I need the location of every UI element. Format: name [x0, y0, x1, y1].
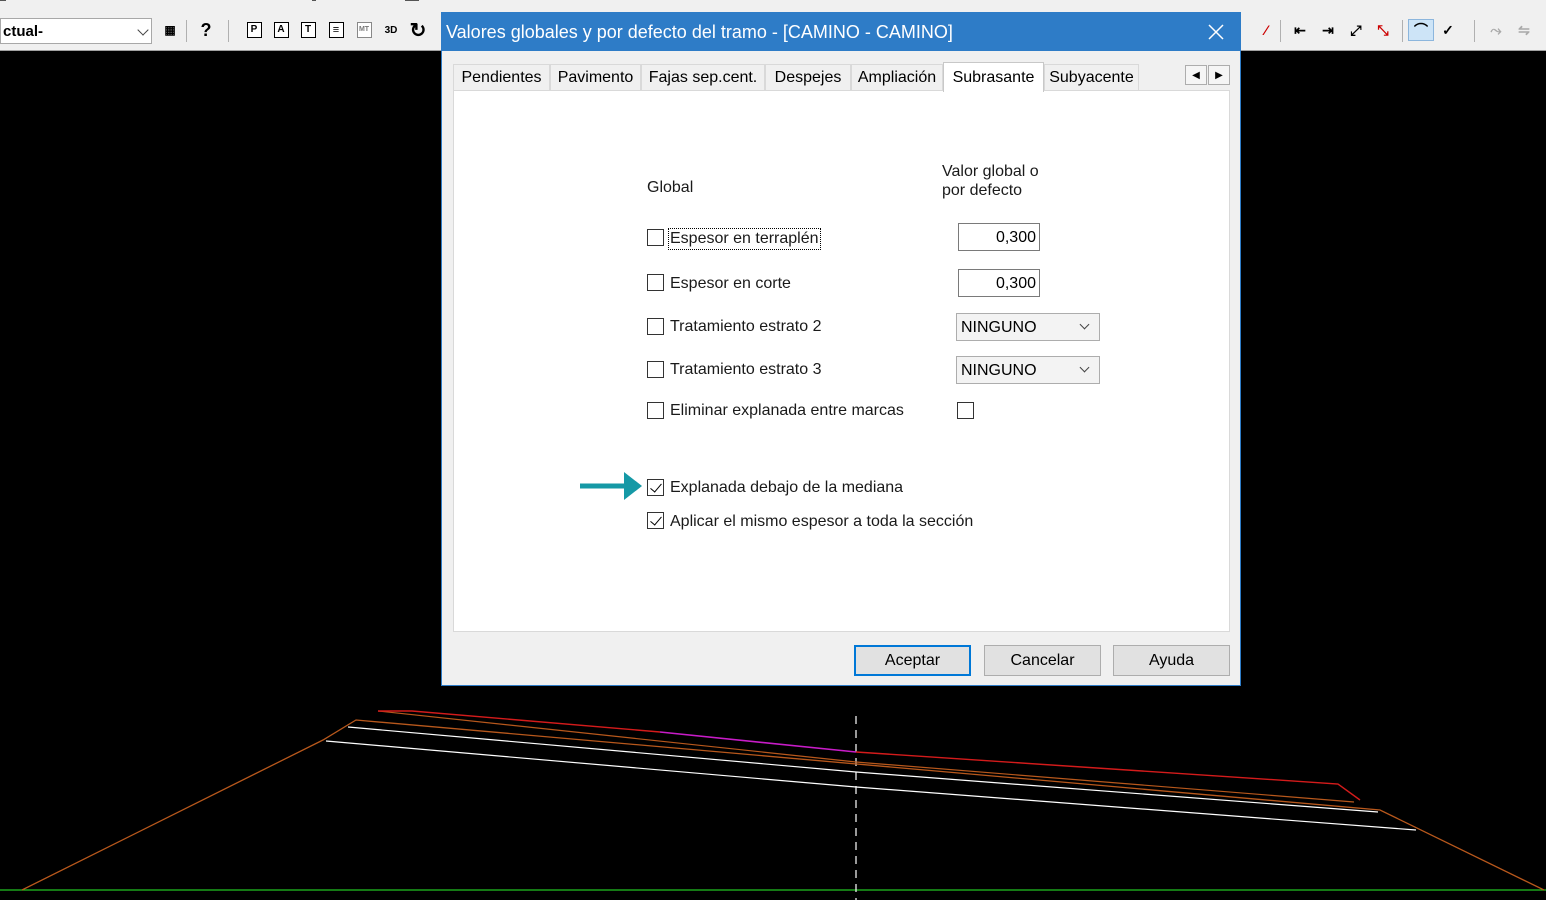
estrato2-value: NINGUNO: [961, 319, 1037, 336]
divider: [186, 20, 187, 42]
a-icon[interactable]: A: [271, 19, 291, 41]
estrato3-value: NINGUNO: [961, 362, 1037, 379]
tab-subrasante[interactable]: Subrasante: [943, 62, 1044, 92]
surface-red-left: [378, 710, 661, 733]
tab-fajas[interactable]: Fajas sep.cent.: [641, 64, 765, 90]
annotation-arrow-icon: [580, 472, 642, 500]
chevron-down-icon: [1079, 319, 1090, 330]
espesor-corte-input[interactable]: 0,300: [958, 269, 1040, 297]
tab-scroll-right[interactable]: ▶: [1208, 65, 1230, 85]
expand-icon[interactable]: ⤢: [1346, 19, 1366, 41]
espesor-corte-label[interactable]: Espesor en corte: [670, 275, 791, 293]
cancel-button[interactable]: Cancelar: [984, 645, 1101, 676]
ok-button[interactable]: Aceptar: [854, 645, 971, 676]
mismo-espesor-label[interactable]: Aplicar el mismo espesor a toda la secci…: [670, 513, 973, 531]
divider: [405, 0, 419, 1]
tab-scroll-left[interactable]: ◀: [1185, 65, 1207, 85]
divider: [0, 0, 6, 1]
tab-ampliacion[interactable]: Ampliación: [851, 64, 943, 90]
chevron-down-icon: [137, 24, 149, 36]
header-global: Global: [647, 179, 694, 196]
header-value: Valor global o: [942, 163, 1039, 180]
tab-subyacente[interactable]: Subyacente: [1044, 64, 1139, 90]
divider: [312, 0, 316, 1]
help-icon[interactable]: ?: [196, 19, 216, 41]
red-line-icon[interactable]: ⁄: [1256, 19, 1276, 41]
align-left-icon[interactable]: ⇤: [1290, 19, 1310, 41]
eliminar-label[interactable]: Eliminar explanada entre marcas: [670, 402, 904, 420]
disabled-tool-icon[interactable]: ⤳: [1486, 19, 1506, 41]
tab-despejes[interactable]: Despejes: [765, 64, 851, 90]
dialog: Valores globales y por defecto del tramo…: [441, 12, 1241, 686]
subgrade-line-lower: [325, 740, 1417, 831]
close-button[interactable]: [1192, 13, 1240, 51]
p-icon[interactable]: P: [244, 19, 264, 41]
t-icon[interactable]: T: [298, 19, 318, 41]
refresh-icon[interactable]: ↻: [408, 19, 428, 42]
explanada-mediana-label[interactable]: Explanada debajo de la mediana: [670, 479, 903, 497]
3d-icon[interactable]: 3D: [381, 19, 401, 41]
red-arrows-icon[interactable]: ⤡: [1373, 19, 1393, 41]
check-icon[interactable]: ✓: [1438, 19, 1458, 41]
subgrade-line: [347, 726, 1379, 813]
tab-pavimento[interactable]: Pavimento: [550, 64, 641, 90]
estrato2-select[interactable]: NINGUNO: [956, 313, 1100, 341]
divider: [1402, 20, 1403, 42]
mt-icon[interactable]: MT: [354, 19, 374, 41]
header-value-2: por defecto: [942, 182, 1023, 199]
eliminar-value-checkbox[interactable]: [957, 402, 974, 419]
espesor-terraplen-label[interactable]: Espesor en terraplén: [668, 228, 821, 250]
estrato3-label[interactable]: Tratamiento estrato 3: [670, 361, 821, 379]
align-right-icon[interactable]: ⇥: [1318, 19, 1338, 41]
dialog-titlebar[interactable]: Valores globales y por defecto del tramo…: [442, 13, 1240, 51]
estrato3-checkbox[interactable]: [647, 361, 664, 378]
close-icon: [1208, 24, 1224, 40]
mismo-espesor-checkbox[interactable]: [647, 512, 664, 529]
table-icon[interactable]: ▦: [160, 19, 180, 41]
divider: [228, 20, 229, 42]
espesor-corte-checkbox[interactable]: [647, 274, 664, 291]
explanada-mediana-checkbox[interactable]: [647, 479, 664, 496]
espesor-terraplen-checkbox[interactable]: [647, 229, 664, 246]
layer-combo[interactable]: ctual-: [0, 18, 152, 44]
lines-icon[interactable]: ≡: [326, 19, 346, 41]
help-button[interactable]: Ayuda: [1113, 645, 1230, 676]
divider: [1280, 20, 1281, 42]
estrato2-checkbox[interactable]: [647, 318, 664, 335]
tab-panel: [453, 90, 1230, 632]
chevron-down-icon: [1079, 362, 1090, 373]
dialog-title: Valores globales y por defecto del tramo…: [446, 22, 953, 42]
espesor-terraplen-input[interactable]: 0,300: [958, 223, 1040, 251]
tab-pendientes[interactable]: Pendientes: [453, 64, 550, 90]
slope-line: [21, 719, 1545, 891]
layer-combo-value: ctual-: [3, 23, 44, 40]
estrato2-label[interactable]: Tratamiento estrato 2: [670, 318, 821, 336]
eliminar-checkbox[interactable]: [647, 402, 664, 419]
estrato3-select[interactable]: NINGUNO: [956, 356, 1100, 384]
disabled-tool-icon[interactable]: ⇋: [1514, 19, 1534, 41]
divider: [1474, 20, 1475, 42]
curve-icon[interactable]: ⌒: [1408, 19, 1434, 41]
